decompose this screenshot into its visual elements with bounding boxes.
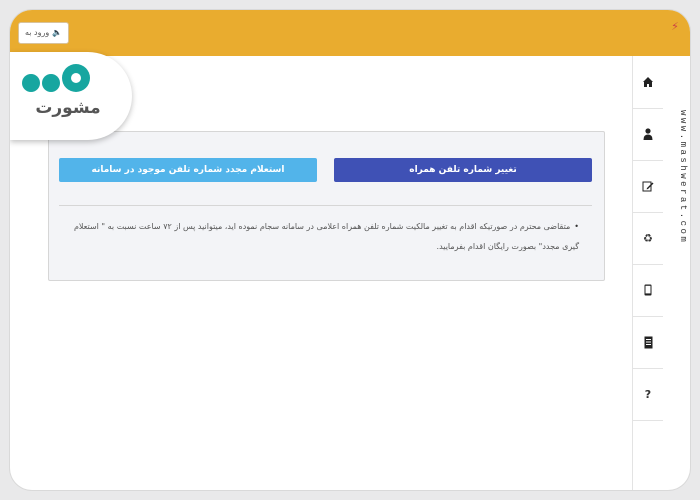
login-label: ورود به [25,28,50,37]
edit-icon[interactable] [633,160,663,213]
speaker-icon: 🔈 [52,28,63,37]
app-window: 🔈 ورود به ⚡ ♻ ? www.mashwerat.com مشورت … [10,10,690,490]
side-icon-rail: ♻ ? [632,56,663,490]
header-bar: 🔈 ورود به ⚡ [10,10,690,56]
brand-logo: مشورت [10,52,132,140]
bullet-icon: • [574,222,579,231]
home-icon[interactable] [633,56,663,109]
phone-change-panel: تغییر شماره تلفن همراه استعلام مجدد شمار… [48,131,605,281]
brand-dot-middle [42,74,60,92]
recycle-icon[interactable]: ♻ [633,212,663,265]
brand-name: مشورت [35,98,101,118]
watermark-url: www.mashwerat.com [678,110,688,245]
login-button[interactable]: 🔈 ورود به [18,22,70,44]
mobile-icon[interactable] [633,264,663,317]
corner-logo-icon: ⚡ [671,20,679,33]
help-icon[interactable]: ? [633,368,663,421]
info-note: •متقاضی محترم در صورتیکه اقدام به تغییر … [59,217,579,257]
brand-ring [62,64,90,92]
brand-dot-left [22,74,40,92]
reinquiry-button[interactable]: استعلام مجدد شماره تلفن موجود در سامانه [59,158,317,182]
sim-card-icon[interactable] [633,316,663,369]
user-icon[interactable] [633,108,663,161]
divider [59,205,592,206]
info-note-text: متقاضی محترم در صورتیکه اقدام به تغییر م… [73,222,579,251]
change-phone-button[interactable]: تغییر شماره تلفن همراه [334,158,592,182]
